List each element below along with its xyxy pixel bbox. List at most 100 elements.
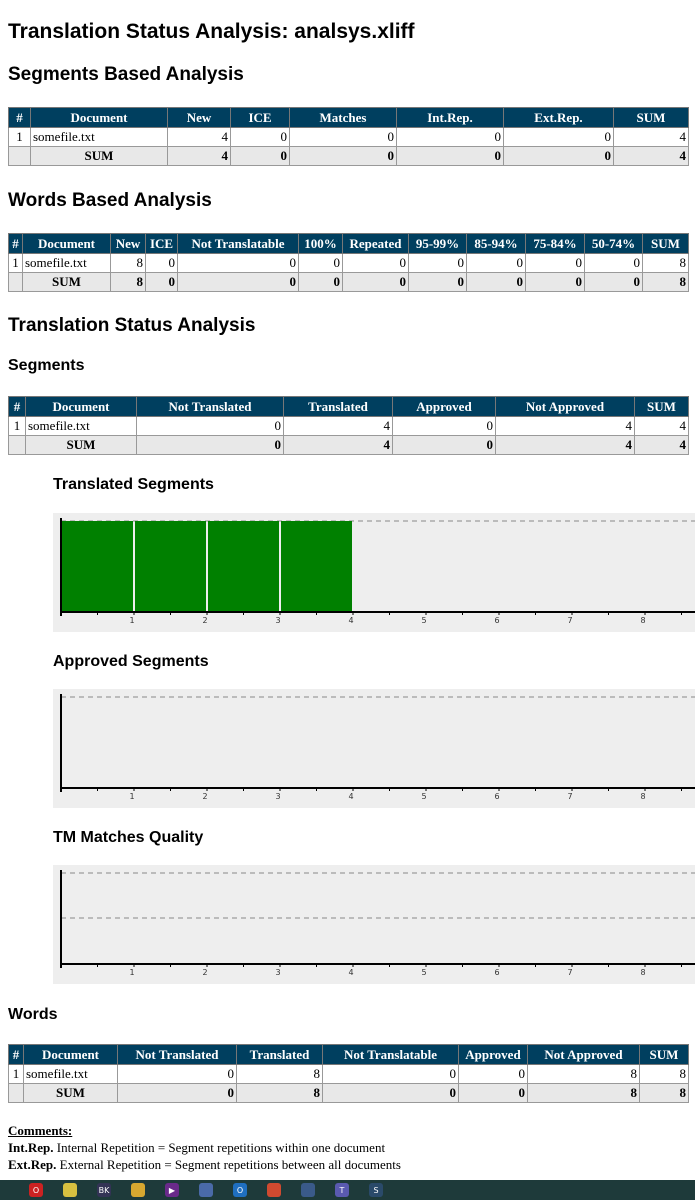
x-tick-label: 6 <box>494 616 499 625</box>
x-tick-label: 2 <box>202 968 207 977</box>
column-header: SUM <box>639 1044 689 1065</box>
table-cell: 4 <box>613 127 689 147</box>
comment-line-int-rep: Int.Rep. Internal Repetition = Segment r… <box>8 1140 386 1155</box>
table-cell: 4 <box>283 416 393 436</box>
column-header: 95-99% <box>408 233 467 254</box>
table-row: 1 somefile.txt 4 0 0 0 0 4 <box>8 127 689 147</box>
table-cell: 0 <box>177 272 299 292</box>
table-cell: 1 <box>8 127 31 147</box>
table-cell: 0 <box>145 253 178 273</box>
x-tick-label: 1 <box>129 616 134 625</box>
x-tick-label: 1 <box>129 792 134 801</box>
table-cell: SUM <box>23 1083 118 1103</box>
column-header: Ext.Rep. <box>503 107 614 128</box>
table-cell: 0 <box>525 272 585 292</box>
column-header: Document <box>22 233 111 254</box>
column-header: # <box>8 233 23 254</box>
x-tick-label: 5 <box>421 616 426 625</box>
column-header: Translated <box>236 1044 323 1065</box>
table-cell: 0 <box>458 1083 528 1103</box>
page-title: Translation Status Analysis: analsys.xli… <box>8 20 415 43</box>
x-tick-label: 7 <box>567 968 572 977</box>
table-cell: 0 <box>408 253 467 273</box>
table-cell <box>8 272 23 292</box>
column-header: Repeated <box>342 233 409 254</box>
table-cell: 1 <box>8 416 26 436</box>
chrome-icon[interactable] <box>267 1183 281 1197</box>
bulb-icon[interactable] <box>63 1183 77 1197</box>
table-cell: SUM <box>30 146 168 166</box>
column-header: SUM <box>613 107 689 128</box>
column-header: Not Translated <box>136 396 284 417</box>
approved-segments-chart: 1 2 3 4 5 6 7 8 <box>53 689 695 808</box>
column-header: ICE <box>230 107 290 128</box>
table-cell: 1 <box>8 253 23 273</box>
table-cell: somefile.txt <box>22 253 111 273</box>
table-cell: 4 <box>613 146 689 166</box>
column-header: Matches <box>289 107 397 128</box>
table-cell: 0 <box>408 272 467 292</box>
table-cell: 0 <box>145 272 178 292</box>
x-tick-label: 6 <box>494 792 499 801</box>
table-cell <box>8 435 26 455</box>
vpn-icon[interactable] <box>301 1183 315 1197</box>
column-header: 100% <box>298 233 343 254</box>
table-row: 1 somefile.txt 0 4 0 4 4 <box>8 416 689 436</box>
table-cell: 0 <box>466 253 526 273</box>
table-cell: 4 <box>495 416 635 436</box>
disk-icon[interactable] <box>199 1183 213 1197</box>
column-header: Approved <box>392 396 496 417</box>
segments-based-heading: Segments Based Analysis <box>8 64 244 85</box>
comments-section: Comments: Int.Rep. Internal Repetition =… <box>8 1122 401 1173</box>
windows-taskbar: O BK ▶ O T S <box>0 1180 695 1200</box>
table-cell: 0 <box>584 253 643 273</box>
table-cell: 0 <box>117 1064 237 1084</box>
skype-icon[interactable]: S <box>369 1183 383 1197</box>
x-tick-label: 5 <box>421 968 426 977</box>
status-segments-table: # Document Not Translated Translated Approve… <box>8 396 689 455</box>
table-cell: 0 <box>525 253 585 273</box>
x-tick-label: 3 <box>275 792 280 801</box>
x-tick-label: 6 <box>494 968 499 977</box>
x-tick-label: 1 <box>129 968 134 977</box>
table-cell: 4 <box>634 435 689 455</box>
sum-row: SUM 4 0 0 0 0 4 <box>8 146 689 166</box>
words-based-table: # Document New ICE Not Translatable 100% Repea… <box>8 233 689 292</box>
x-tick-label: 2 <box>202 616 207 625</box>
column-header: SUM <box>634 396 689 417</box>
status-words-table: # Document Not Translated Translated Not Tra… <box>8 1044 689 1103</box>
x-tick-label: 5 <box>421 792 426 801</box>
table-cell: 8 <box>110 272 146 292</box>
opera-icon[interactable]: O <box>29 1183 43 1197</box>
column-header: SUM <box>642 233 689 254</box>
table-header-row: # Document New ICE Not Translatable 100% Repea… <box>8 233 689 254</box>
comment-line-ext-rep: Ext.Rep. External Repetition = Segment r… <box>8 1157 401 1172</box>
table-header-row: # Document New ICE Matches Int.Rep. Ext.Rep. SU… <box>8 107 689 128</box>
table-cell: 0 <box>298 272 343 292</box>
tm-matches-quality-chart: 1 2 3 4 5 6 7 8 <box>53 865 695 984</box>
column-header: Not Translatable <box>322 1044 459 1065</box>
app-icon[interactable]: BK <box>97 1183 111 1197</box>
column-header: Approved <box>458 1044 528 1065</box>
column-header: Not Translatable <box>177 233 299 254</box>
column-header: # <box>8 107 31 128</box>
table-cell: 0 <box>396 146 504 166</box>
table-cell: 0 <box>466 272 526 292</box>
table-cell: 8 <box>527 1083 640 1103</box>
media-icon[interactable]: ▶ <box>165 1183 179 1197</box>
table-cell: 0 <box>584 272 643 292</box>
x-tick-label: 7 <box>567 792 572 801</box>
folder-icon[interactable] <box>131 1183 145 1197</box>
chart-bar <box>135 521 206 612</box>
table-cell: 4 <box>634 416 689 436</box>
segments-subheading: Segments <box>8 357 85 374</box>
table-cell: 8 <box>236 1064 323 1084</box>
column-header: Document <box>25 396 137 417</box>
column-header: Not Approved <box>495 396 635 417</box>
outlook-icon[interactable]: O <box>233 1183 247 1197</box>
table-cell: 4 <box>495 435 635 455</box>
teams-icon[interactable]: T <box>335 1183 349 1197</box>
sum-row: SUM 0 8 0 0 8 8 <box>8 1083 689 1103</box>
chart-plot-area: 1 2 3 4 5 6 7 8 <box>60 518 695 625</box>
table-cell: somefile.txt <box>25 416 137 436</box>
